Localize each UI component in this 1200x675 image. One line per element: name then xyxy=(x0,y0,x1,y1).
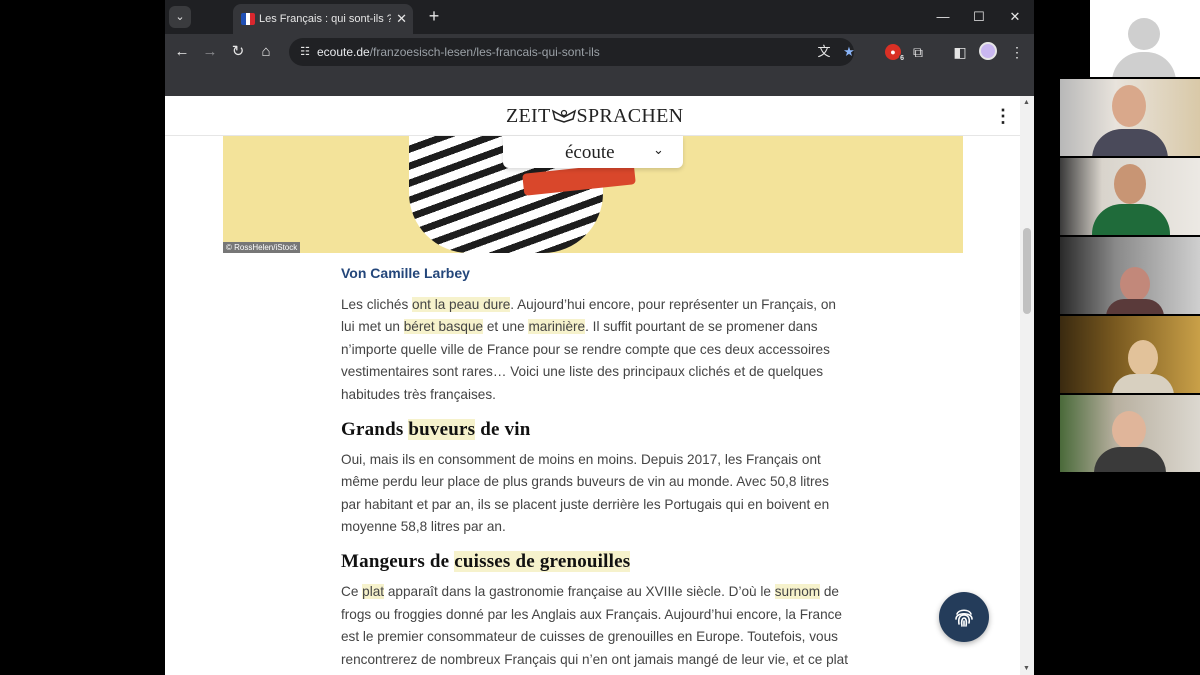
vocab-highlight[interactable]: béret basque xyxy=(403,319,484,335)
tab-strip: ⌄ Z Les Français : qui sont-ils ? | Éco … xyxy=(165,0,1034,34)
avatar-placeholder-icon xyxy=(1128,18,1160,50)
browser-menu-icon[interactable]: ⋮ xyxy=(1005,40,1029,64)
web-page: ZEIT SPRACHEN ⋮ © RossHelen/iStock écoute… xyxy=(165,96,1034,675)
text-run: Grands xyxy=(341,418,409,440)
fingerprint-button[interactable] xyxy=(939,592,989,642)
translate-icon[interactable]: 文 xyxy=(815,43,833,61)
text-run: de vin xyxy=(475,418,531,440)
participant-body xyxy=(1112,374,1174,393)
reload-button[interactable]: ↻ xyxy=(226,40,250,64)
scrollbar-thumb[interactable] xyxy=(1023,228,1031,314)
heading-wine: Grands buveurs de vin xyxy=(341,418,851,442)
paragraph-wine: Oui, mais ils en consomment de moins en … xyxy=(341,451,830,535)
vocab-highlight[interactable]: ont la peau dure xyxy=(412,296,511,312)
scroll-up-icon[interactable]: ▲ xyxy=(1023,99,1030,106)
extensions-puzzle-icon[interactable]: ⧉ xyxy=(906,40,930,64)
chevron-down-icon: ⌄ xyxy=(653,142,664,157)
vocab-highlight[interactable]: cuisses de grenouilles xyxy=(454,550,631,572)
heading-frogs: Mangeurs de cuisses de grenouilles xyxy=(341,550,851,574)
article-byline[interactable]: Von Camille Larbey xyxy=(341,262,851,285)
avatar-body xyxy=(1112,52,1176,77)
participant-face xyxy=(1114,164,1146,204)
participant-tile-4[interactable] xyxy=(1060,316,1200,393)
participant-tile-1[interactable] xyxy=(1060,79,1200,156)
participant-tile-no-video[interactable] xyxy=(1090,0,1200,77)
url-path: /franzoesisch-lesen/les-francais-qui-son… xyxy=(369,45,600,59)
bookmark-star-icon[interactable]: ★ xyxy=(840,43,858,61)
participant-body xyxy=(1106,299,1164,314)
home-button[interactable]: ⌂ xyxy=(254,40,278,64)
paragraph-intro: Les clichés ont la peau dure. Aujourd’hu… xyxy=(341,294,851,407)
site-info-icon[interactable]: ☷ xyxy=(297,44,313,60)
site-menu-icon[interactable]: ⋮ xyxy=(994,106,1012,126)
eagle-emblem-icon xyxy=(551,109,576,123)
tab-close-icon[interactable]: ✕ xyxy=(396,4,407,34)
zeit-sprachen-logo[interactable]: ZEIT SPRACHEN xyxy=(506,105,683,128)
paragraph-frogs: Ce plat apparaît dans la gastronomie fra… xyxy=(341,581,851,671)
participant-tile-2[interactable] xyxy=(1060,158,1200,235)
extension-badge-count: 6 xyxy=(899,55,905,63)
tab-active[interactable]: Les Français : qui sont-ils ? | Éco ✕ xyxy=(233,4,413,34)
text-run: apparaît dans la gastronomie française a… xyxy=(384,583,775,599)
participant-body xyxy=(1094,447,1166,472)
page-scrollbar[interactable]: ▲ ▼ xyxy=(1020,96,1034,675)
close-window-button[interactable]: ✕ xyxy=(997,4,1033,30)
tab-inactive[interactable]: Z xyxy=(197,4,231,34)
vocab-highlight[interactable]: buveurs xyxy=(408,418,476,440)
participant-face xyxy=(1128,340,1158,376)
ecoute-dropdown-label: écoute xyxy=(565,142,615,163)
browser-toolbar: ← → ↻ ⌂ ☷ ecoute.de/franzoesisch-lesen/l… xyxy=(165,34,1034,96)
article-body: Von Camille Larbey Les clichés ont la pe… xyxy=(341,262,851,675)
participant-body xyxy=(1092,204,1170,235)
url-text[interactable]: ecoute.de/franzoesisch-lesen/les-francai… xyxy=(317,38,600,66)
new-tab-button[interactable]: + xyxy=(423,6,445,28)
participant-face xyxy=(1112,411,1146,449)
site-header: ZEIT SPRACHEN ⋮ xyxy=(165,96,1020,136)
tab-search-button[interactable]: ⌄ xyxy=(169,6,191,28)
address-bar[interactable]: ☷ ecoute.de/franzoesisch-lesen/les-franc… xyxy=(289,38,855,66)
back-button[interactable]: ← xyxy=(170,40,194,64)
text-run: Les clichés xyxy=(341,296,413,312)
profile-avatar[interactable] xyxy=(979,42,997,60)
participant-face xyxy=(1120,267,1150,301)
vocab-highlight[interactable]: surnom xyxy=(774,583,821,599)
url-domain: ecoute.de xyxy=(317,45,370,59)
ecoute-dropdown[interactable]: écoute ⌄ xyxy=(503,136,683,168)
side-panel-icon[interactable]: ◧ xyxy=(948,40,972,64)
tab-title: Les Français : qui sont-ils ? | Éco xyxy=(259,13,391,25)
browser-window: ⌄ Z Les Français : qui sont-ils ? | Éco … xyxy=(165,0,1034,675)
video-call-tiles xyxy=(1060,0,1200,675)
participant-tile-3[interactable] xyxy=(1060,237,1200,314)
logo-text-left: ZEIT xyxy=(506,105,551,127)
participant-body xyxy=(1092,129,1168,156)
vocab-highlight[interactable]: marinière xyxy=(528,319,586,335)
text-run: et une xyxy=(483,319,529,335)
text-run: Ce xyxy=(341,583,363,599)
fingerprint-icon xyxy=(955,609,973,627)
minimize-button[interactable]: — xyxy=(925,4,961,30)
french-flag-icon xyxy=(241,13,255,25)
participant-tile-5[interactable] xyxy=(1060,395,1200,472)
maximize-button[interactable]: ☐ xyxy=(961,4,997,30)
screen: ⌄ Z Les Français : qui sont-ils ? | Éco … xyxy=(0,0,1200,675)
text-run: Mangeurs de xyxy=(341,550,455,572)
forward-button[interactable]: → xyxy=(198,40,222,64)
extension-badge-icon[interactable]: ● 6 xyxy=(885,44,905,63)
participant-face xyxy=(1112,85,1146,127)
logo-text-right: SPRACHEN xyxy=(576,105,684,127)
scroll-down-icon[interactable]: ▼ xyxy=(1023,665,1030,672)
image-credit: © RossHelen/iStock xyxy=(223,242,301,253)
vocab-highlight[interactable]: plat xyxy=(362,583,385,599)
